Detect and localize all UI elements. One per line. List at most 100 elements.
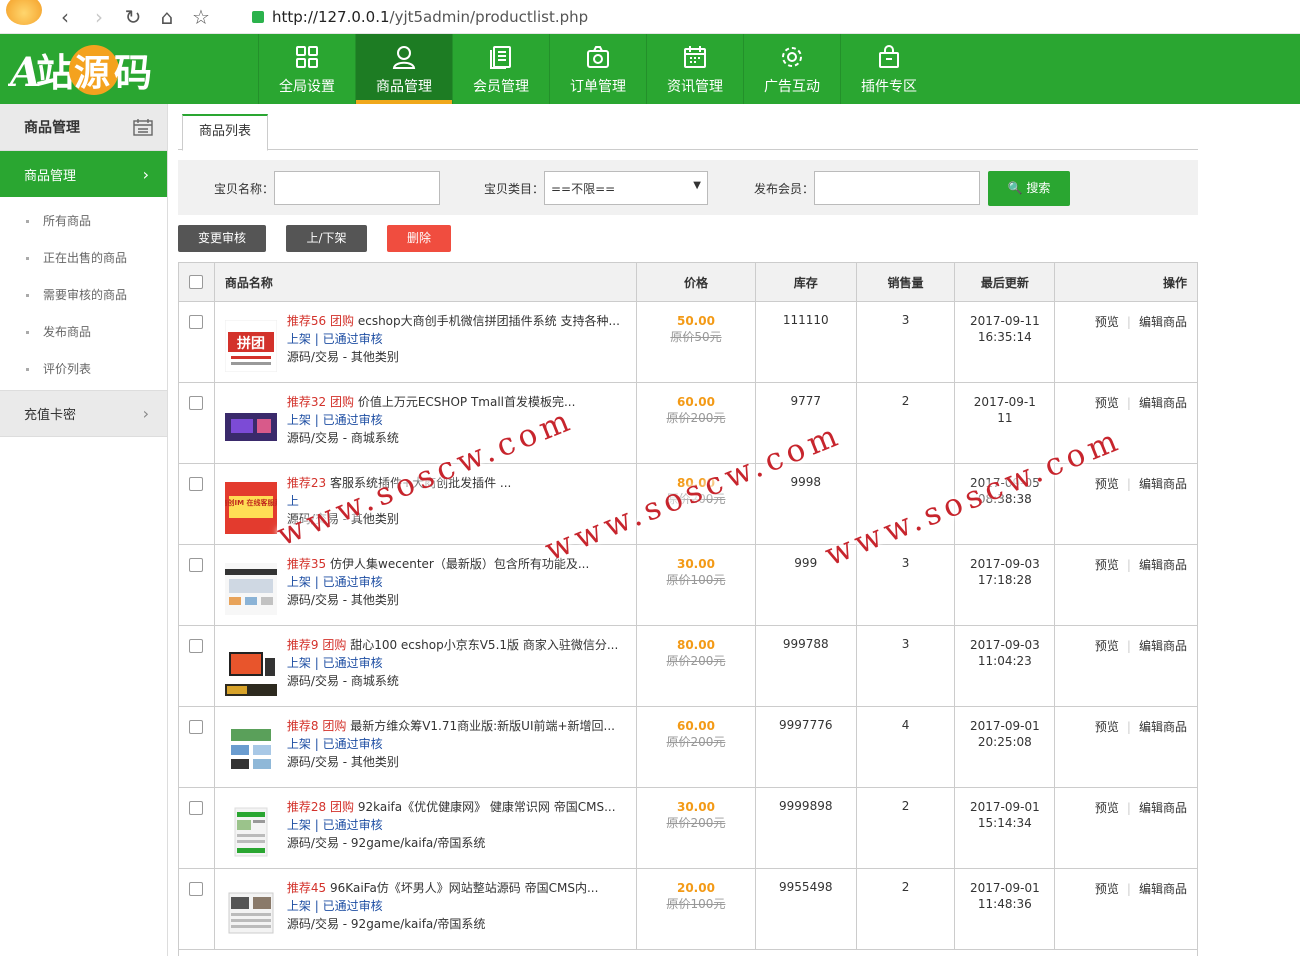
product-thumbnail[interactable]: [224, 401, 277, 453]
edit-product-link[interactable]: 编辑商品: [1139, 315, 1187, 329]
row-checkbox[interactable]: [189, 396, 204, 410]
product-title[interactable]: 92kaifa《优优健康网》 健康常识网 帝国CMS...: [358, 800, 616, 814]
row-checkbox[interactable]: [189, 882, 204, 896]
member-input[interactable]: [814, 171, 980, 205]
recommend-tag: 推荐35: [286, 557, 327, 571]
edit-product-link[interactable]: 编辑商品: [1139, 720, 1187, 734]
row-checkbox[interactable]: [189, 801, 204, 815]
browser-toolbar: ‹ › ↻ ⌂ ☆ http://127.0.0.1/yjt5admin/pro…: [0, 0, 1300, 34]
home-icon[interactable]: ⌂: [156, 6, 178, 28]
product-title[interactable]: 客服系统插件+大商创批发插件 ...: [330, 476, 511, 490]
product-info: 推荐45 96KaiFa仿《坏男人》网站整站源码 帝国CMS内... 上架 | 已…: [287, 879, 599, 949]
row-checkbox[interactable]: [189, 477, 204, 491]
product-thumbnail[interactable]: [224, 887, 277, 939]
site-logo[interactable]: A 站 源 码: [6, 44, 158, 96]
product-title[interactable]: 甜心100 ecshop小京东V5.1版 商家入驻微信分...: [350, 638, 618, 652]
product-thumbnail[interactable]: 大商创IM 在线客服系统: [224, 482, 277, 534]
menu-plugin-zone[interactable]: 插件专区: [840, 34, 937, 104]
edit-product-link[interactable]: 编辑商品: [1139, 558, 1187, 572]
svg-text:站: 站: [36, 51, 74, 95]
recommend-tag: 推荐23: [286, 476, 327, 490]
edit-product-link[interactable]: 编辑商品: [1139, 801, 1187, 815]
bookmark-star-icon[interactable]: ☆: [190, 6, 212, 28]
table-row: 拼团 推荐56 团购 ecshop大商创手机微信拼团插件系统 支持各种... 上架 …: [179, 302, 1197, 383]
product-info: 推荐32 团购 价值上万元ECSHOP Tmall首发模板完... 上架 | 已通…: [287, 393, 576, 463]
preview-link[interactable]: 预览: [1095, 558, 1119, 572]
menu-member-management[interactable]: 会员管理: [452, 34, 549, 104]
row-checkbox[interactable]: [189, 315, 204, 329]
menu-order-management[interactable]: 订单管理: [549, 34, 646, 104]
sidebar-item-label: 充值卡密: [24, 408, 77, 423]
product-name-input[interactable]: [274, 171, 440, 205]
category-select[interactable]: ==不限== ▼: [544, 171, 708, 205]
sidebar-item-all-products[interactable]: 所有商品: [0, 203, 167, 240]
menu-news-management[interactable]: 资讯管理: [646, 34, 743, 104]
divider: |: [1126, 801, 1131, 815]
change-audit-button[interactable]: 变更审核: [178, 225, 266, 252]
sales-value: 2: [857, 383, 956, 463]
tab-product-list[interactable]: 商品列表: [182, 114, 268, 151]
calendar-icon[interactable]: [133, 118, 153, 136]
menu-ad-interaction[interactable]: 广告互动: [743, 34, 840, 104]
menu-product-management[interactable]: 商品管理: [355, 34, 452, 104]
product-title[interactable]: 价值上万元ECSHOP Tmall首发模板完...: [358, 395, 576, 409]
product-thumbnail[interactable]: [224, 563, 277, 615]
product-thumbnail[interactable]: 拼团: [224, 320, 277, 372]
product-thumbnail[interactable]: [224, 644, 277, 696]
edit-product-link[interactable]: 编辑商品: [1139, 639, 1187, 653]
preview-link[interactable]: 预览: [1095, 396, 1119, 410]
sidebar-item-product-management[interactable]: 商品管理 ›: [0, 151, 167, 197]
product-title[interactable]: 仿伊人集wecenter（最新版）包含所有功能及...: [330, 557, 589, 571]
product-thumbnail[interactable]: [224, 806, 277, 858]
edit-product-link[interactable]: 编辑商品: [1139, 396, 1187, 410]
update-date: 2017-09-05: [969, 476, 1040, 490]
select-all-checkbox[interactable]: [189, 275, 204, 289]
original-price: 原价200元: [666, 411, 726, 425]
preview-link[interactable]: 预览: [1095, 720, 1119, 734]
search-button[interactable]: 🔍 搜索: [988, 171, 1070, 206]
original-price: 原价200元: [666, 816, 726, 830]
sales-value: 3: [857, 626, 956, 706]
name-label: 宝贝名称：: [214, 182, 275, 196]
product-title[interactable]: 最新方维众筹V1.71商业版:新版UI前端+新增回...: [350, 719, 615, 733]
reload-icon[interactable]: ↻: [122, 6, 144, 28]
row-checkbox[interactable]: [189, 720, 204, 734]
price-value: 60.00: [676, 719, 715, 733]
preview-link[interactable]: 预览: [1095, 639, 1119, 653]
sidebar-item-needs-review[interactable]: 需要审核的商品: [0, 277, 167, 314]
product-category: 源码/交易 - 其他类别: [286, 512, 399, 526]
product-status: 上架 | 已通过审核: [286, 899, 383, 913]
row-checkbox[interactable]: [189, 639, 204, 653]
product-category: 源码/交易 - 92game/kaifa/帝国系统: [286, 836, 486, 850]
address-bar[interactable]: http://127.0.0.1/yjt5admin/productlist.p…: [252, 8, 588, 26]
price-value: 80.00: [676, 638, 715, 652]
sidebar-item-on-sale[interactable]: 正在出售的商品: [0, 240, 167, 277]
edit-product-link[interactable]: 编辑商品: [1139, 477, 1187, 491]
sales-value: 4: [857, 707, 956, 787]
product-info: 推荐8 团购 最新方维众筹V1.71商业版:新版UI前端+新增回... 上架 | …: [287, 717, 615, 787]
product-thumbnail[interactable]: [224, 725, 277, 777]
sidebar: 商品管理 商品管理 › 所有商品 正在出售的商品 需要审核的商品 发布商品 评价…: [0, 104, 168, 956]
product-title[interactable]: ecshop大商创手机微信拼团插件系统 支持各种...: [358, 314, 620, 328]
row-checkbox[interactable]: [189, 558, 204, 572]
preview-link[interactable]: 预览: [1095, 315, 1119, 329]
preview-link[interactable]: 预览: [1095, 801, 1119, 815]
preview-link[interactable]: 预览: [1095, 882, 1119, 896]
product-title[interactable]: 96KaiFa仿《坏男人》网站整站源码 帝国CMS内...: [330, 881, 598, 895]
preview-link[interactable]: 预览: [1095, 477, 1119, 491]
menu-global-settings[interactable]: 全局设置: [258, 34, 355, 104]
product-category: 源码/交易 - 92game/kaifa/帝国系统: [286, 917, 486, 931]
edit-product-link[interactable]: 编辑商品: [1139, 882, 1187, 896]
sidebar-item-recharge-cards[interactable]: 充值卡密 ›: [0, 390, 167, 437]
divider: |: [1126, 882, 1131, 896]
thumb-label: 大商创IM 在线客服系统: [225, 498, 277, 507]
sidebar-item-publish[interactable]: 发布商品: [0, 314, 167, 351]
product-info: 推荐56 团购 ecshop大商创手机微信拼团插件系统 支持各种... 上架 | …: [287, 312, 620, 382]
back-icon[interactable]: ‹: [54, 6, 76, 28]
shelf-toggle-button[interactable]: 上/下架: [286, 225, 367, 252]
sidebar-item-reviews[interactable]: 评价列表: [0, 351, 167, 388]
browser-profile-icon[interactable]: [6, 0, 42, 25]
update-date: 2017-09-11: [969, 314, 1040, 328]
forward-icon[interactable]: ›: [88, 6, 110, 28]
delete-button[interactable]: 删除: [387, 225, 451, 252]
